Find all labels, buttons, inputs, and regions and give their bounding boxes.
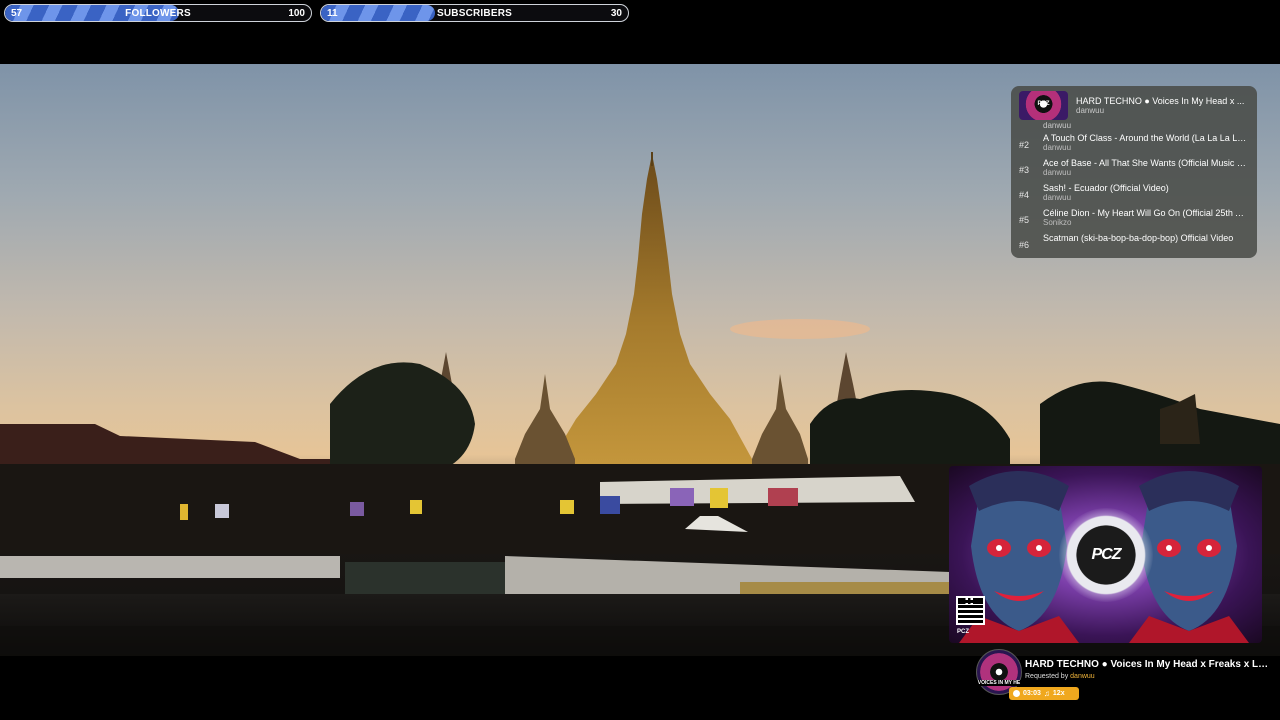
queue-item[interactable]: #6 Scatman (ski-ba-bop-ba-dop-bop) Offic…	[1019, 231, 1249, 256]
queue-requester: danwuu	[1043, 193, 1072, 202]
now-playing-requester: danwuu	[1076, 105, 1105, 115]
queue-title: A Touch Of Class - Around the World (La …	[1043, 133, 1249, 143]
requested-by-user: danwuu	[1070, 673, 1095, 680]
queue-number: #5	[1019, 215, 1030, 225]
queue-item[interactable]: #4 Sash! - Ecuador (Official Video) danwu…	[1019, 181, 1249, 206]
queue-item[interactable]: #3 Ace of Base - All That She Wants (Off…	[1019, 156, 1249, 181]
queue-requester: danwuu	[1043, 168, 1072, 177]
now-playing-title: HARD TECHNO ● Voices In My Head x ...	[1076, 95, 1245, 106]
clock-icon	[1013, 690, 1020, 697]
queue-number: #6	[1019, 240, 1030, 250]
qr-caption: PCZ	[957, 629, 969, 635]
queue-item[interactable]: #2 A Touch Of Class - Around the World (…	[1019, 131, 1249, 156]
now-playing-thumbnail: PCZ	[1019, 90, 1068, 120]
stream-overlay: 57 FOLLOWERS 100 11 SUBSCRIBERS 30 PCZ H…	[0, 0, 1280, 720]
subscribers-target: 30	[610, 8, 622, 19]
qr-code-icon	[956, 596, 985, 625]
queue-requester: Sonikzo	[1043, 218, 1072, 227]
followers-label: FOLLOWERS	[125, 8, 191, 19]
subscribers-goal-bar: 11 SUBSCRIBERS 30	[320, 4, 629, 22]
track-stats-pill: 03:03 ♫ 12x	[1009, 687, 1079, 700]
song-queue-panel: PCZ HARD TECHNO ● Voices In My Head x ..…	[1011, 86, 1257, 258]
queue-title: Ace of Base - All That She Wants (Offici…	[1043, 158, 1249, 168]
pcz-logo-text: PCZ	[1091, 546, 1122, 563]
followers-goal-bar: 57 FOLLOWERS 100	[4, 4, 312, 22]
pcz-logo-disc: PCZ	[1059, 508, 1153, 602]
now-playing-widget: VOICES IN MY HE HARD TECHNO ● Voices In …	[976, 649, 1280, 703]
queue-item[interactable]: #5 Céline Dion - My Heart Will Go On (Of…	[1019, 206, 1249, 231]
music-video-player[interactable]: PCZ PCZ	[949, 466, 1262, 643]
album-disc-text: VOICES IN MY HE	[977, 680, 1021, 686]
queue-number: #4	[1019, 190, 1030, 200]
subscribers-label: SUBSCRIBERS	[437, 8, 512, 19]
followers-target: 100	[288, 8, 305, 19]
music-note-icon: ♫	[1043, 688, 1050, 698]
now-playing-row[interactable]: PCZ HARD TECHNO ● Voices In My Head x ..…	[1019, 89, 1249, 121]
queue-requester: danwuu	[1043, 143, 1072, 152]
now-playing-bar-requested: Requested by danwuu	[1025, 673, 1095, 680]
queue-number: #2	[1019, 140, 1030, 150]
queue-number: #3	[1019, 165, 1030, 175]
track-time: 03:03	[1023, 690, 1041, 697]
requested-by-label: Requested by	[1025, 673, 1069, 680]
queue-partial-requester: danwuu	[1043, 121, 1072, 130]
now-playing-bar-title: HARD TECHNO ● Voices In My Head x Freaks…	[1025, 659, 1270, 670]
queue-list: #2 A Touch Of Class - Around the World (…	[1019, 131, 1249, 256]
queue-title: Sash! - Ecuador (Official Video)	[1043, 183, 1169, 193]
queue-title: Scatman (ski-ba-bop-ba-dop-bop) Official…	[1043, 233, 1234, 243]
thumbnail-logo: PCZ	[1037, 100, 1050, 107]
queue-title: Céline Dion - My Heart Will Go On (Offic…	[1043, 208, 1249, 218]
track-play-count: 12x	[1052, 690, 1065, 697]
